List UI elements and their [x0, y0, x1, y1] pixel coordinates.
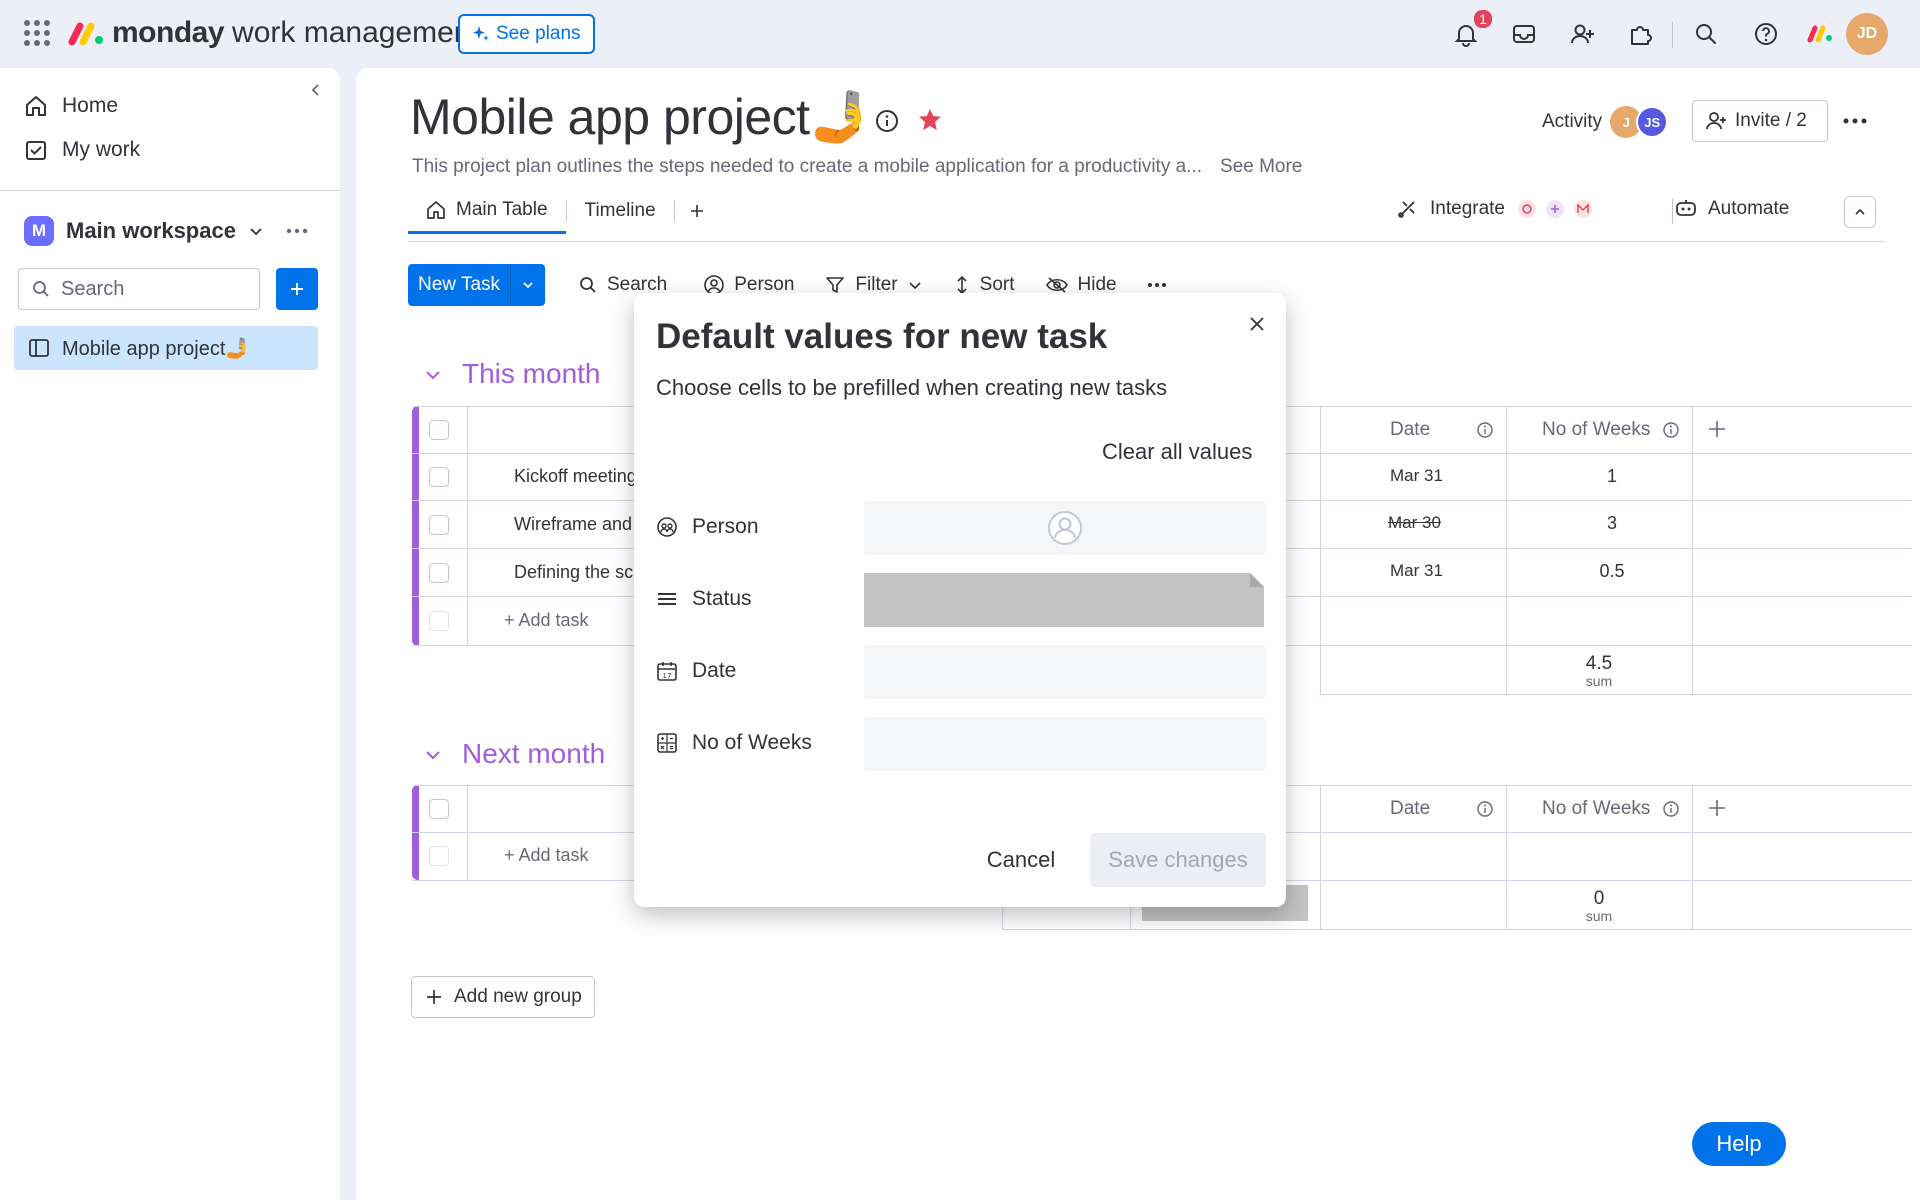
save-changes-button[interactable]: Save changes	[1090, 833, 1266, 887]
date-value-field[interactable]	[864, 645, 1266, 699]
status-value-field[interactable]	[864, 573, 1264, 627]
field-label-text: Person	[692, 515, 759, 538]
field-label-text: Date	[692, 659, 737, 682]
svg-text:17: 17	[663, 672, 672, 680]
field-label-person: Person	[656, 515, 759, 539]
numbers-column-icon	[656, 732, 678, 754]
empty-avatar-icon	[1047, 510, 1083, 546]
field-label-text: Status	[692, 587, 752, 610]
person-column-icon	[656, 516, 678, 538]
field-label-status: Status	[656, 587, 752, 611]
status-column-icon	[656, 588, 678, 610]
dialog-title: Default values for new task	[656, 317, 1108, 356]
close-icon[interactable]	[1246, 313, 1268, 335]
cancel-button[interactable]: Cancel	[954, 833, 1088, 887]
field-label-weeks: No of Weeks	[656, 731, 812, 755]
default-values-dialog: Default values for new task Choose cells…	[634, 293, 1286, 907]
weeks-value-field[interactable]	[864, 717, 1266, 771]
field-label-text: No of Weeks	[692, 731, 812, 754]
clear-all-values-button[interactable]: Clear all values	[1102, 439, 1252, 465]
status-corner-fold-icon	[1250, 573, 1264, 587]
field-label-date: 17 Date	[656, 659, 736, 683]
dialog-subtitle: Choose cells to be prefilled when creati…	[656, 375, 1168, 400]
date-column-icon: 17	[656, 660, 678, 682]
person-value-field[interactable]	[864, 501, 1266, 555]
